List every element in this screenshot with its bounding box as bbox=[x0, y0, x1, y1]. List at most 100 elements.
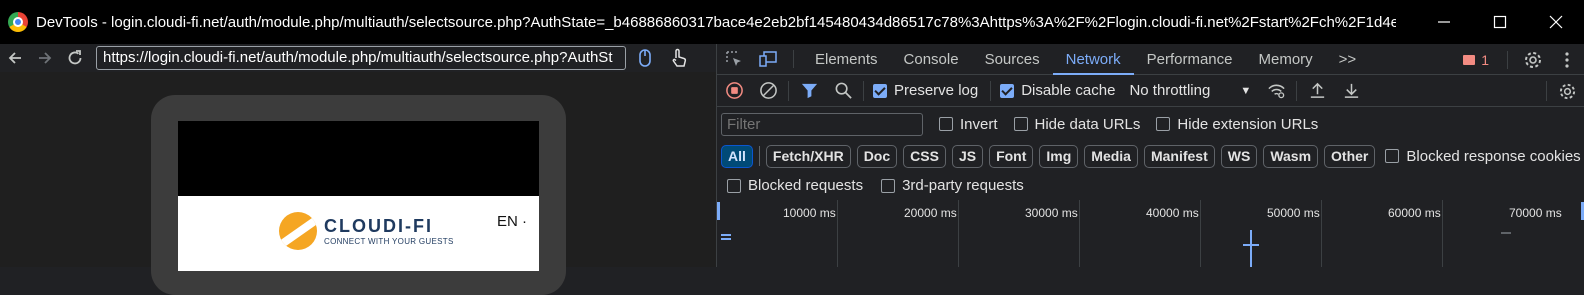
download-icon bbox=[1344, 83, 1358, 98]
address-bar-row: https://login.cloudi-fi.net/auth/module.… bbox=[0, 44, 716, 72]
tab-console[interactable]: Console bbox=[891, 44, 972, 75]
touch-mode-button[interactable] bbox=[664, 44, 694, 72]
minimize-icon bbox=[1438, 21, 1450, 23]
tab-elements[interactable]: Elements bbox=[802, 44, 891, 75]
type-filter-manifest[interactable]: Manifest bbox=[1143, 144, 1215, 168]
third-party-requests-checkbox[interactable]: 3rd-party requests bbox=[881, 177, 1024, 194]
more-tabs-button[interactable]: >> bbox=[1326, 44, 1370, 75]
device-toggle-icon bbox=[759, 51, 777, 67]
wifi-settings-icon bbox=[1268, 84, 1285, 99]
mouse-mode-button[interactable] bbox=[630, 44, 660, 72]
type-filter-all[interactable]: All bbox=[721, 144, 753, 168]
clear-button[interactable] bbox=[751, 75, 785, 107]
reload-icon bbox=[68, 50, 82, 65]
language-selector[interactable]: EN · bbox=[497, 213, 527, 230]
hide-data-urls-checkbox[interactable]: Hide data URLs bbox=[1013, 116, 1140, 133]
brand-tagline: CONNECT WITH YOUR GUESTS bbox=[324, 237, 454, 246]
network-settings-button[interactable] bbox=[1550, 75, 1584, 107]
forward-button[interactable] bbox=[30, 44, 60, 72]
maximize-button[interactable] bbox=[1472, 0, 1528, 44]
timeline-tick bbox=[837, 200, 838, 267]
invert-label: Invert bbox=[960, 115, 998, 133]
tab-divider bbox=[1507, 50, 1508, 69]
type-filter-img[interactable]: Img bbox=[1039, 144, 1079, 168]
dropdown-caret-icon: ▼ bbox=[1240, 84, 1252, 97]
type-filter-font[interactable]: Font bbox=[989, 144, 1034, 168]
blocked-requests-label: Blocked requests bbox=[748, 177, 864, 194]
settings-button[interactable] bbox=[1516, 44, 1550, 75]
more-options-button[interactable] bbox=[1550, 44, 1584, 75]
type-filter-doc[interactable]: Doc bbox=[856, 144, 898, 168]
inspect-element-button[interactable] bbox=[717, 44, 751, 75]
issues-badge[interactable]: 1 bbox=[1463, 52, 1489, 68]
timeline-tick-label: 20000 ms bbox=[904, 206, 957, 220]
brand-logo-block: CLOUDI-FI CONNECT WITH YOUR GUESTS bbox=[279, 212, 454, 250]
blocked-response-cookies-checkbox[interactable]: Blocked response cookies bbox=[1385, 147, 1581, 165]
emulated-page-pane: https://login.cloudi-fi.net/auth/module.… bbox=[0, 44, 716, 295]
device-toolbar-button[interactable] bbox=[751, 44, 785, 75]
checkbox-unchecked-icon bbox=[727, 178, 741, 193]
close-button[interactable] bbox=[1528, 0, 1584, 44]
reload-button[interactable] bbox=[60, 44, 90, 72]
checkbox-checked-icon bbox=[873, 83, 887, 98]
throttling-value: No throttling bbox=[1129, 82, 1211, 99]
url-input[interactable]: https://login.cloudi-fi.net/auth/module.… bbox=[96, 46, 626, 70]
disable-cache-checkbox[interactable]: Disable cache bbox=[1000, 82, 1115, 99]
network-conditions-button[interactable] bbox=[1259, 75, 1293, 107]
kebab-menu-icon bbox=[1565, 51, 1569, 68]
tab-memory[interactable]: Memory bbox=[1246, 44, 1326, 75]
request-filter-row: Blocked requests 3rd-party requests bbox=[717, 171, 1584, 201]
tab-performance[interactable]: Performance bbox=[1134, 44, 1246, 75]
type-filter-ws[interactable]: WS bbox=[1220, 144, 1258, 168]
issues-count: 1 bbox=[1481, 51, 1489, 68]
toolbar-divider bbox=[990, 80, 992, 101]
device-screen[interactable]: CLOUDI-FI CONNECT WITH YOUR GUESTS EN · bbox=[178, 121, 539, 271]
type-filter-js[interactable]: JS bbox=[951, 144, 984, 168]
gear-icon bbox=[1525, 51, 1541, 68]
network-overview-timeline[interactable]: 10000 ms 20000 ms 30000 ms 40000 ms 5000… bbox=[717, 200, 1584, 267]
type-filter-fetch-xhr[interactable]: Fetch/XHR bbox=[765, 144, 851, 168]
issue-flag-icon bbox=[1463, 54, 1476, 65]
throttling-select[interactable]: No throttling ▼ bbox=[1129, 82, 1251, 99]
blocked-response-cookies-label: Blocked response cookies bbox=[1406, 147, 1581, 165]
search-icon bbox=[835, 82, 852, 99]
preserve-log-checkbox[interactable]: Preserve log bbox=[873, 82, 978, 99]
upload-icon bbox=[1310, 82, 1324, 98]
devtools-tab-bar: Elements Console Sources Network Perform… bbox=[717, 44, 1584, 75]
timeline-tick bbox=[1442, 200, 1443, 267]
checkbox-checked-icon bbox=[1000, 83, 1015, 98]
checkbox-unchecked-icon bbox=[939, 117, 953, 131]
filter-input[interactable] bbox=[721, 112, 923, 136]
toolbar-divider bbox=[1546, 81, 1547, 101]
tab-network[interactable]: Network bbox=[1052, 44, 1134, 75]
device-viewport: CLOUDI-FI CONNECT WITH YOUR GUESTS EN · bbox=[0, 72, 716, 295]
blocked-requests-checkbox[interactable]: Blocked requests bbox=[727, 177, 863, 194]
arrow-left-icon bbox=[8, 52, 21, 64]
search-button[interactable] bbox=[826, 75, 860, 107]
timeline-left-handle[interactable] bbox=[717, 202, 720, 220]
window-title: DevTools - login.cloudi-fi.net/auth/modu… bbox=[36, 13, 1396, 31]
toolbar-divider bbox=[788, 80, 789, 101]
timeline-tick bbox=[1200, 200, 1201, 267]
stop-recording-button[interactable] bbox=[717, 75, 751, 107]
resource-type-filters: All Fetch/XHR Doc CSS JS Font Img Media … bbox=[717, 141, 1584, 171]
filter-toggle-button[interactable] bbox=[792, 75, 826, 107]
type-filter-media[interactable]: Media bbox=[1084, 144, 1138, 168]
type-filter-css[interactable]: CSS bbox=[903, 144, 946, 168]
type-filter-other[interactable]: Other bbox=[1324, 144, 1376, 168]
back-button[interactable] bbox=[0, 44, 30, 72]
minimize-button[interactable] bbox=[1416, 0, 1472, 44]
invert-checkbox[interactable]: Invert bbox=[939, 116, 998, 133]
tab-divider bbox=[793, 50, 794, 68]
timeline-tick bbox=[1321, 200, 1322, 267]
mouse-icon bbox=[639, 49, 651, 67]
hide-extension-urls-checkbox[interactable]: Hide extension URLs bbox=[1156, 116, 1318, 133]
import-har-button[interactable] bbox=[1300, 75, 1334, 107]
tab-sources[interactable]: Sources bbox=[972, 44, 1053, 75]
timeline-tick-label: 50000 ms bbox=[1267, 206, 1320, 220]
page-header-band bbox=[178, 121, 539, 196]
export-har-button[interactable] bbox=[1334, 75, 1368, 107]
funnel-icon bbox=[801, 83, 817, 99]
chrome-icon bbox=[8, 12, 28, 32]
type-filter-wasm[interactable]: Wasm bbox=[1263, 144, 1319, 168]
